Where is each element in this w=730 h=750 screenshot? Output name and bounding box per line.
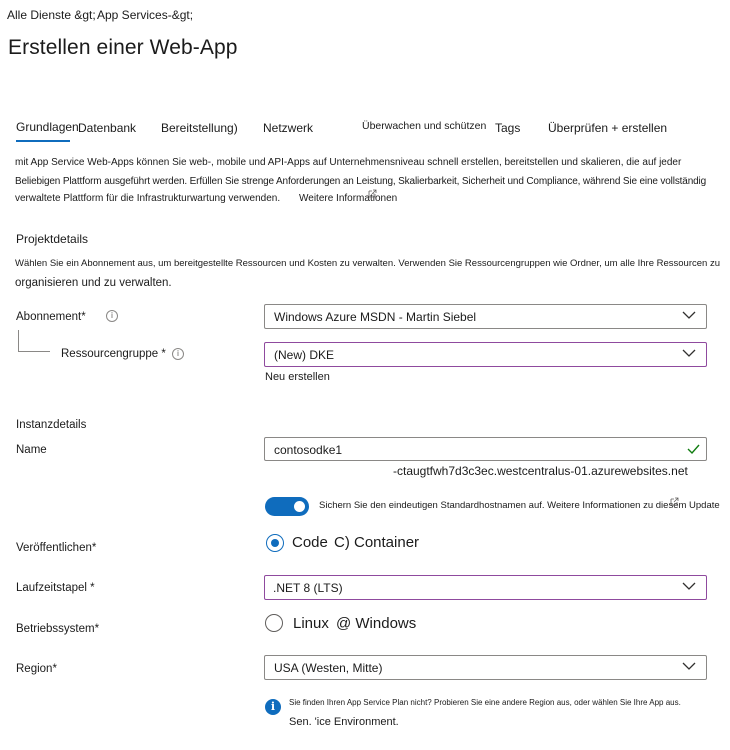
- resource-group-value: (New) DKE: [274, 348, 335, 362]
- project-details-desc-1: Wählen Sie ein Abonnement aus, um bereit…: [15, 258, 720, 269]
- intro-line-1: mit App Service Web-Apps können Sie web-…: [15, 157, 682, 168]
- tab-tags[interactable]: Tags: [495, 121, 520, 135]
- hostname-suffix: -ctaugtfwh7d3c3ec.westcentralus-01.azure…: [393, 464, 688, 478]
- subscription-dropdown[interactable]: Windows Azure MSDN - Martin Siebel: [264, 304, 707, 329]
- tab-review-create[interactable]: Überprüfen + erstellen: [548, 121, 667, 135]
- instance-details-heading: Instanzdetails: [16, 419, 87, 431]
- radio-selected-dot: [271, 539, 279, 547]
- publish-code-radio[interactable]: [266, 534, 284, 552]
- create-new-link[interactable]: Neu erstellen: [265, 371, 330, 383]
- subscription-info-icon[interactable]: i: [106, 310, 118, 322]
- project-details-heading: Projektdetails: [16, 232, 89, 246]
- page-title: Erstellen einer Web-App: [8, 36, 238, 59]
- name-input[interactable]: contosodke1: [264, 437, 707, 461]
- os-linux-label: Linux: [293, 615, 329, 632]
- region-value: USA (Westen, Mitte): [274, 661, 383, 675]
- tab-basics[interactable]: Grundlagen: [16, 120, 79, 134]
- region-info-text-1: Sie finden Ihren App Service Plan nicht?…: [289, 698, 681, 707]
- unique-hostname-toggle[interactable]: [265, 497, 309, 516]
- intro-line-3: verwaltete Plattform für die Infrastrukt…: [15, 193, 281, 204]
- runtime-value: .NET 8 (LTS): [273, 581, 343, 595]
- breadcrumb-all-services[interactable]: Alle Dienste &gt;: [7, 8, 96, 22]
- chevron-down-icon: [682, 349, 696, 357]
- breadcrumb-app-services[interactable]: App Services-&gt;: [97, 8, 193, 22]
- subscription-label: Abonnement*: [16, 311, 86, 323]
- name-value: contosodke1: [274, 443, 343, 457]
- learn-more-link[interactable]: Weitere Informationen: [299, 193, 397, 204]
- publish-container-option[interactable]: C) Container: [334, 534, 419, 551]
- name-label: Name: [16, 444, 47, 456]
- os-linux-radio[interactable]: [265, 614, 283, 632]
- info-filled-icon: i: [265, 699, 281, 715]
- chevron-down-icon: [682, 662, 696, 670]
- tree-connector-vertical: [18, 330, 19, 351]
- intro-line-2: Beliebigen Plattform ausgeführt werden. …: [15, 176, 707, 187]
- subscription-value: Windows Azure MSDN - Martin Siebel: [274, 310, 477, 324]
- checkmark-icon: [687, 444, 700, 455]
- toggle-knob: [294, 501, 305, 512]
- external-link-icon: [670, 497, 679, 506]
- unique-hostname-text: Sichern Sie den eindeutigen Standardhost…: [319, 500, 720, 511]
- tree-connector-horizontal: [18, 351, 50, 352]
- publish-label: Veröffentlichen*: [16, 542, 97, 554]
- external-link-icon: [368, 189, 377, 198]
- tab-deployment[interactable]: Bereitstellung): [161, 121, 238, 135]
- tab-monitoring[interactable]: Überwachen und schützen: [362, 120, 486, 132]
- publish-code-label: Code: [292, 534, 328, 551]
- os-label: Betriebssystem*: [16, 623, 100, 635]
- region-label: Region*: [16, 663, 57, 675]
- runtime-stack-dropdown[interactable]: .NET 8 (LTS): [264, 575, 707, 600]
- active-tab-indicator: [16, 140, 70, 142]
- tab-networking[interactable]: Netzwerk: [263, 121, 313, 135]
- os-windows-option[interactable]: @ Windows: [336, 615, 416, 632]
- region-dropdown[interactable]: USA (Westen, Mitte): [264, 655, 707, 680]
- resource-group-dropdown[interactable]: (New) DKE: [264, 342, 707, 367]
- resource-group-label: Ressourcengruppe *: [61, 348, 166, 360]
- tab-database[interactable]: Datenbank: [78, 121, 136, 135]
- chevron-down-icon: [682, 582, 696, 590]
- project-details-desc-2: organisieren und zu verwalten.: [15, 277, 172, 289]
- chevron-down-icon: [682, 311, 696, 319]
- region-info-text-2: Sen. 'ice Environment.: [289, 716, 399, 728]
- runtime-label: Laufzeitstapel *: [16, 582, 95, 594]
- resource-group-info-icon[interactable]: i: [172, 348, 184, 360]
